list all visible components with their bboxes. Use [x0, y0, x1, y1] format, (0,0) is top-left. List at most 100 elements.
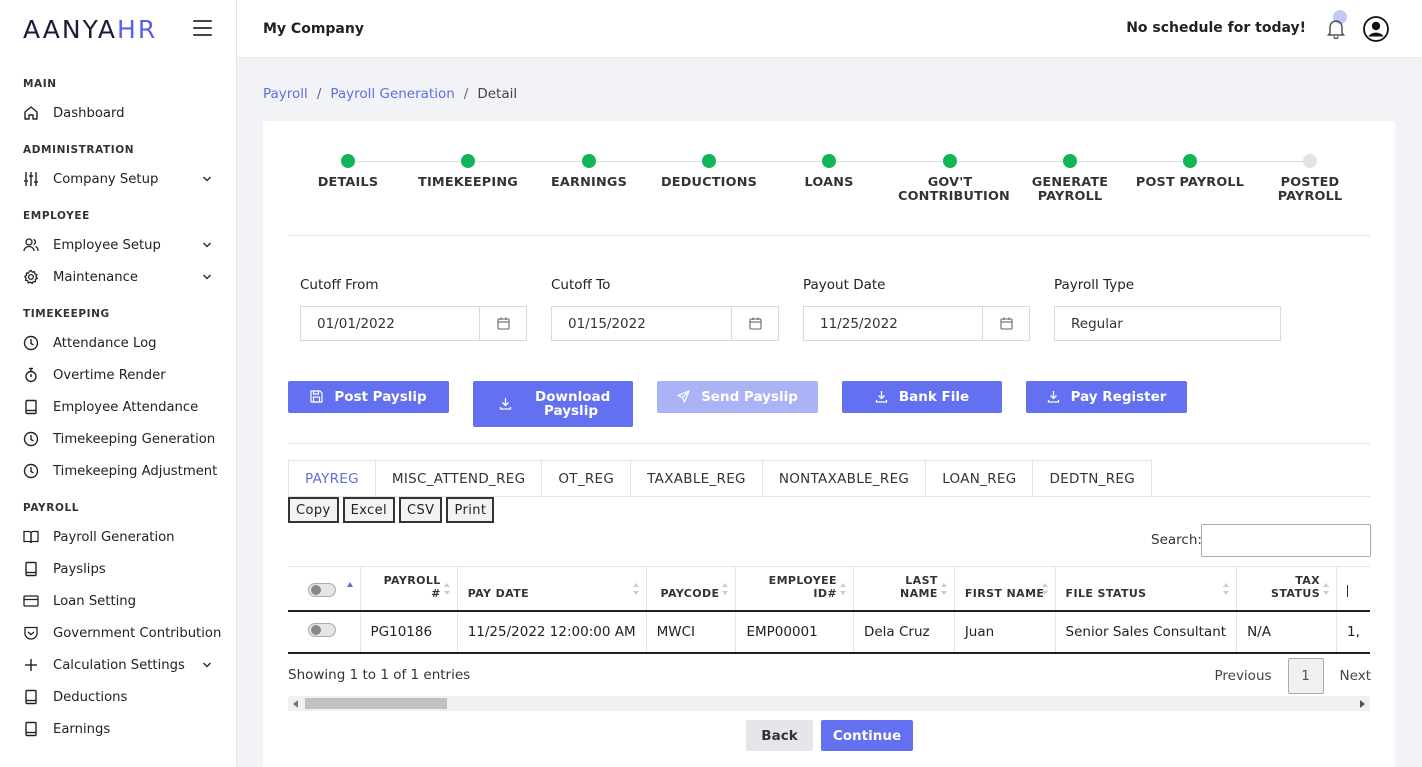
calendar-icon[interactable] — [479, 307, 526, 340]
send-icon — [677, 390, 691, 404]
step-timekeeping: TIMEKEEPING — [408, 153, 528, 190]
sidebar-item-payroll-generation[interactable]: Payroll Generation — [0, 521, 236, 553]
payroll-type-field[interactable]: Regular — [1054, 306, 1281, 341]
search-label: Search: — [1151, 532, 1202, 548]
sidebar-item-label: Loan Setting — [53, 593, 137, 609]
sidebar-item-label: Earnings — [53, 721, 111, 737]
gear-icon — [23, 269, 39, 285]
plus-icon — [23, 657, 39, 673]
column-header-last-name[interactable]: LAST NAME — [853, 566, 955, 612]
tab-nontaxable-reg[interactable]: NONTAXABLE_REG — [761, 460, 927, 496]
continue-button[interactable]: Continue — [821, 720, 913, 751]
menu-toggle-icon[interactable] — [193, 20, 212, 36]
brand-logo[interactable]: AANYAHR — [23, 15, 157, 44]
print-button[interactable]: Print — [446, 497, 495, 523]
tab-payreg[interactable]: PAYREG — [288, 460, 376, 496]
calendar-icon[interactable] — [731, 307, 778, 340]
sidebar-item-government-contribution[interactable]: Government Contribution — [0, 617, 236, 649]
cutoff-from-field[interactable]: 01/01/2022 — [300, 306, 527, 341]
breadcrumb-payroll-generation[interactable]: Payroll Generation — [330, 86, 454, 102]
column-header-employee-id[interactable]: EMPLOYEE ID# — [735, 566, 854, 612]
sidebar: AANYAHR MAIN Dashboard ADMINISTRATION Compa… — [0, 0, 237, 767]
column-header-pay-date[interactable]: PAY DATE — [457, 566, 647, 612]
table-export-buttons: Copy Excel CSV Print — [288, 497, 495, 523]
table-cell: 1, — [1336, 610, 1370, 654]
table-cell: Dela Cruz — [853, 610, 955, 654]
download-payslip-button[interactable]: Download Payslip — [473, 381, 633, 427]
post-payslip-button[interactable]: Post Payslip — [288, 381, 449, 413]
top-header: My Company No schedule for today! — [237, 0, 1422, 58]
sidebar-item-company-setup[interactable]: Company Setup — [0, 163, 236, 195]
step-label: POST PAYROLL — [1135, 175, 1245, 190]
cutoff-to-field[interactable]: 01/15/2022 — [551, 306, 779, 341]
sidebar-item-employee-setup[interactable]: Employee Setup — [0, 229, 236, 261]
sidebar-item-maintenance[interactable]: Maintenance — [0, 261, 236, 293]
bank-file-label: Bank File — [898, 389, 970, 405]
sidebar-item-payslips[interactable]: Payslips — [0, 553, 236, 585]
sidebar-item-label: Timekeeping Adjustment — [53, 463, 218, 479]
sidebar-item-timekeeping-adjustment[interactable]: Timekeeping Adjustment — [0, 455, 236, 487]
horizontal-scrollbar[interactable] — [288, 696, 1370, 711]
column-header-first-name[interactable]: FIRST NAME — [954, 566, 1056, 612]
sidebar-item-deductions[interactable]: Deductions — [0, 681, 236, 713]
breadcrumb-payroll[interactable]: Payroll — [263, 86, 308, 102]
next-page-button[interactable]: Next — [1340, 668, 1371, 684]
bank-file-button[interactable]: Bank File — [842, 381, 1002, 413]
step-gov-t-contribution: GOV'T CONTRIBUTION — [890, 153, 1010, 204]
table-cell: PG10186 — [360, 610, 458, 654]
step-deductions: DEDUCTIONS — [649, 153, 769, 190]
sidebar-item-employee-attendance[interactable]: Employee Attendance — [0, 391, 236, 423]
table-cell: EMP00001 — [735, 610, 854, 654]
chevron-down-icon[interactable] — [202, 660, 212, 670]
copy-button[interactable]: Copy — [288, 497, 339, 523]
tab-misc-attend-reg[interactable]: MISC_ATTEND_REG — [374, 460, 543, 496]
sidebar-item-overtime-render[interactable]: Overtime Render — [0, 359, 236, 391]
sidebar-item-loan-setting[interactable]: Loan Setting — [0, 585, 236, 617]
payout-date-field[interactable]: 11/25/2022 — [803, 306, 1030, 341]
breadcrumb-separator: / — [316, 86, 322, 102]
scrollbar-thumb[interactable] — [305, 698, 447, 709]
sidebar-item-calculation-settings[interactable]: Calculation Settings — [0, 649, 236, 681]
step-details: DETAILS — [288, 153, 408, 190]
sidebar-item-attendance-log[interactable]: Attendance Log — [0, 327, 236, 359]
tab-ot-reg[interactable]: OT_REG — [541, 460, 632, 496]
step-label: POSTED PAYROLL — [1277, 175, 1343, 204]
tab-loan-reg[interactable]: LOAN_REG — [925, 460, 1034, 496]
user-avatar-icon[interactable] — [1363, 16, 1389, 42]
chevron-down-icon[interactable] — [202, 240, 212, 250]
send-payslip-button[interactable]: Send Payslip — [657, 381, 818, 413]
tab-taxable-reg[interactable]: TAXABLE_REG — [630, 460, 763, 496]
pay-register-button[interactable]: Pay Register — [1026, 381, 1187, 413]
csv-button[interactable]: CSV — [399, 497, 443, 523]
sidebar-item-dashboard[interactable]: Dashboard — [0, 97, 236, 129]
column-header-paycode[interactable]: PAYCODE — [646, 566, 737, 612]
column-header-file-status[interactable]: FILE STATUS — [1055, 566, 1238, 612]
select-all-header[interactable] — [288, 566, 361, 612]
tab-dedtn-reg[interactable]: DEDTN_REG — [1032, 460, 1152, 496]
excel-button[interactable]: Excel — [342, 497, 396, 523]
calendar-icon[interactable] — [982, 307, 1029, 340]
step-complete-indicator — [341, 154, 355, 168]
sidebar-item-timekeeping-generation[interactable]: Timekeeping Generation — [0, 423, 236, 455]
page-1-button[interactable]: 1 — [1287, 658, 1324, 694]
column-header-payroll[interactable]: PAYROLL # — [360, 566, 458, 612]
step-label: DETAILS — [317, 175, 379, 190]
search-input[interactable] — [1201, 524, 1371, 557]
column-header-overflow — [1336, 566, 1370, 612]
table-row[interactable]: PG10186 11/25/2022 12:00:00 AM MWCI EMP0000… — [288, 610, 1370, 654]
chevron-down-icon[interactable] — [202, 272, 212, 282]
select-all-toggle[interactable] — [308, 582, 336, 597]
sidebar-item-earnings[interactable]: Earnings — [0, 713, 236, 745]
back-button[interactable]: Back — [746, 720, 813, 751]
bell-icon[interactable] — [1326, 17, 1346, 39]
column-header-tax-status[interactable]: TAX STATUS — [1236, 566, 1338, 612]
scroll-right-icon[interactable] — [1360, 700, 1365, 708]
company-name: My Company — [263, 20, 364, 37]
scroll-left-icon[interactable] — [293, 700, 298, 708]
chevron-down-icon[interactable] — [202, 174, 212, 184]
previous-page-button[interactable]: Previous — [1214, 668, 1271, 684]
sidebar-section-title: ADMINISTRATION — [23, 144, 135, 156]
row-select-toggle[interactable] — [308, 622, 336, 637]
breadcrumb-current: Detail — [477, 86, 518, 102]
row-select-cell[interactable] — [288, 610, 361, 654]
